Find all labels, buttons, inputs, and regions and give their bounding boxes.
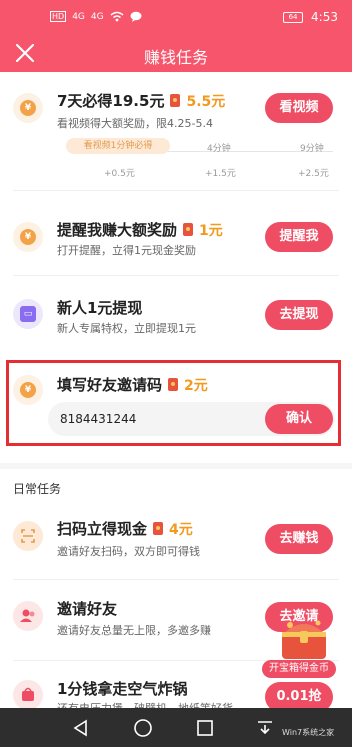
users-icon — [13, 601, 43, 631]
chat-icon — [130, 11, 142, 22]
page-title: 赚钱任务 — [143, 48, 208, 67]
back-icon[interactable] — [72, 719, 90, 737]
status-left-icons: HD 4G 4G — [50, 11, 142, 22]
task-reward: 1元 — [199, 222, 223, 239]
task-subtitle: 邀请好友扫码，双方即可得钱 — [57, 545, 200, 558]
divider — [13, 579, 339, 580]
red-envelope-icon — [170, 94, 181, 107]
signal-icon: 4G — [72, 11, 85, 22]
task-title-text: 1分钱拿走空气炸锅 — [57, 680, 188, 698]
task-subtitle: 看视频得大额奖励，限4.25-5.4 — [57, 117, 213, 130]
task-reward: 5.5元 — [186, 93, 226, 110]
red-envelope-icon — [153, 522, 164, 535]
task-title: 7天必得19.5元 5.5元 — [57, 90, 225, 111]
task-title-text: 邀请好友 — [57, 600, 118, 618]
battery-icon: 64 — [283, 11, 304, 23]
status-bar: HD 4G 4G 64 4:53 — [0, 0, 352, 34]
watch-video-button[interactable]: 看视频 — [265, 93, 333, 123]
progress-tick: 9分钟 — [300, 144, 324, 154]
wallet-icon: ▭ — [13, 299, 43, 329]
task-reward: 4元 — [169, 521, 193, 538]
task-title: 1分钱拿走空气炸锅 — [57, 678, 187, 699]
progress-tick: 4分钟 — [207, 144, 231, 154]
progress-step-label: 看视频1分钟必得 — [66, 138, 170, 154]
scan-icon — [13, 521, 43, 551]
section-title: 日常任务 — [13, 482, 62, 496]
progress-reward: +1.5元 — [205, 169, 236, 179]
coin-icon: ¥ — [13, 222, 43, 252]
task-title: 扫码立得现金 4元 — [57, 518, 193, 539]
progress-reward: +2.5元 — [298, 169, 329, 179]
withdraw-button[interactable]: 去提现 — [265, 300, 333, 330]
section-separator — [0, 463, 352, 469]
signal-icon: 4G — [90, 11, 104, 22]
highlight-box — [6, 360, 341, 446]
status-right: 64 4:53 — [283, 10, 338, 24]
recents-icon[interactable] — [196, 719, 214, 737]
clock-time: 4:53 — [311, 10, 338, 24]
task-subtitle: 新人专属特权，立即提现1元 — [57, 322, 196, 335]
task-title-text: 提醒我赚大额奖励 — [57, 221, 178, 239]
divider — [13, 275, 339, 276]
coin-icon: ¥ — [13, 93, 43, 123]
watermark: Win7系统之家 — [282, 728, 335, 737]
earn-money-button[interactable]: 去赚钱 — [265, 524, 333, 554]
progress-reward: +0.5元 — [104, 169, 135, 179]
task-subtitle: 打开提醒，立得1元现金奖励 — [57, 244, 196, 257]
open-chest-label[interactable]: 开宝箱得金币 — [262, 660, 336, 678]
hd-icon: HD — [50, 11, 67, 22]
home-icon[interactable] — [133, 718, 153, 738]
task-title: 邀请好友 — [57, 598, 117, 619]
task-title: 新人1元提现 — [57, 297, 142, 318]
red-envelope-icon — [183, 223, 194, 236]
task-title-text: 新人1元提现 — [57, 299, 143, 317]
download-icon[interactable] — [256, 719, 274, 737]
task-title-text: 7天必得19.5元 — [57, 92, 165, 110]
bag-icon — [13, 680, 43, 710]
task-title-text: 扫码立得现金 — [57, 520, 148, 538]
task-subtitle: 邀请好友总量无上限，多邀多赚 — [57, 624, 211, 637]
remind-me-button[interactable]: 提醒我 — [265, 222, 333, 252]
task-title: 提醒我赚大额奖励 1元 — [57, 219, 223, 240]
divider — [13, 190, 339, 191]
treasure-chest-icon[interactable] — [276, 613, 332, 661]
wifi-icon — [110, 11, 124, 22]
